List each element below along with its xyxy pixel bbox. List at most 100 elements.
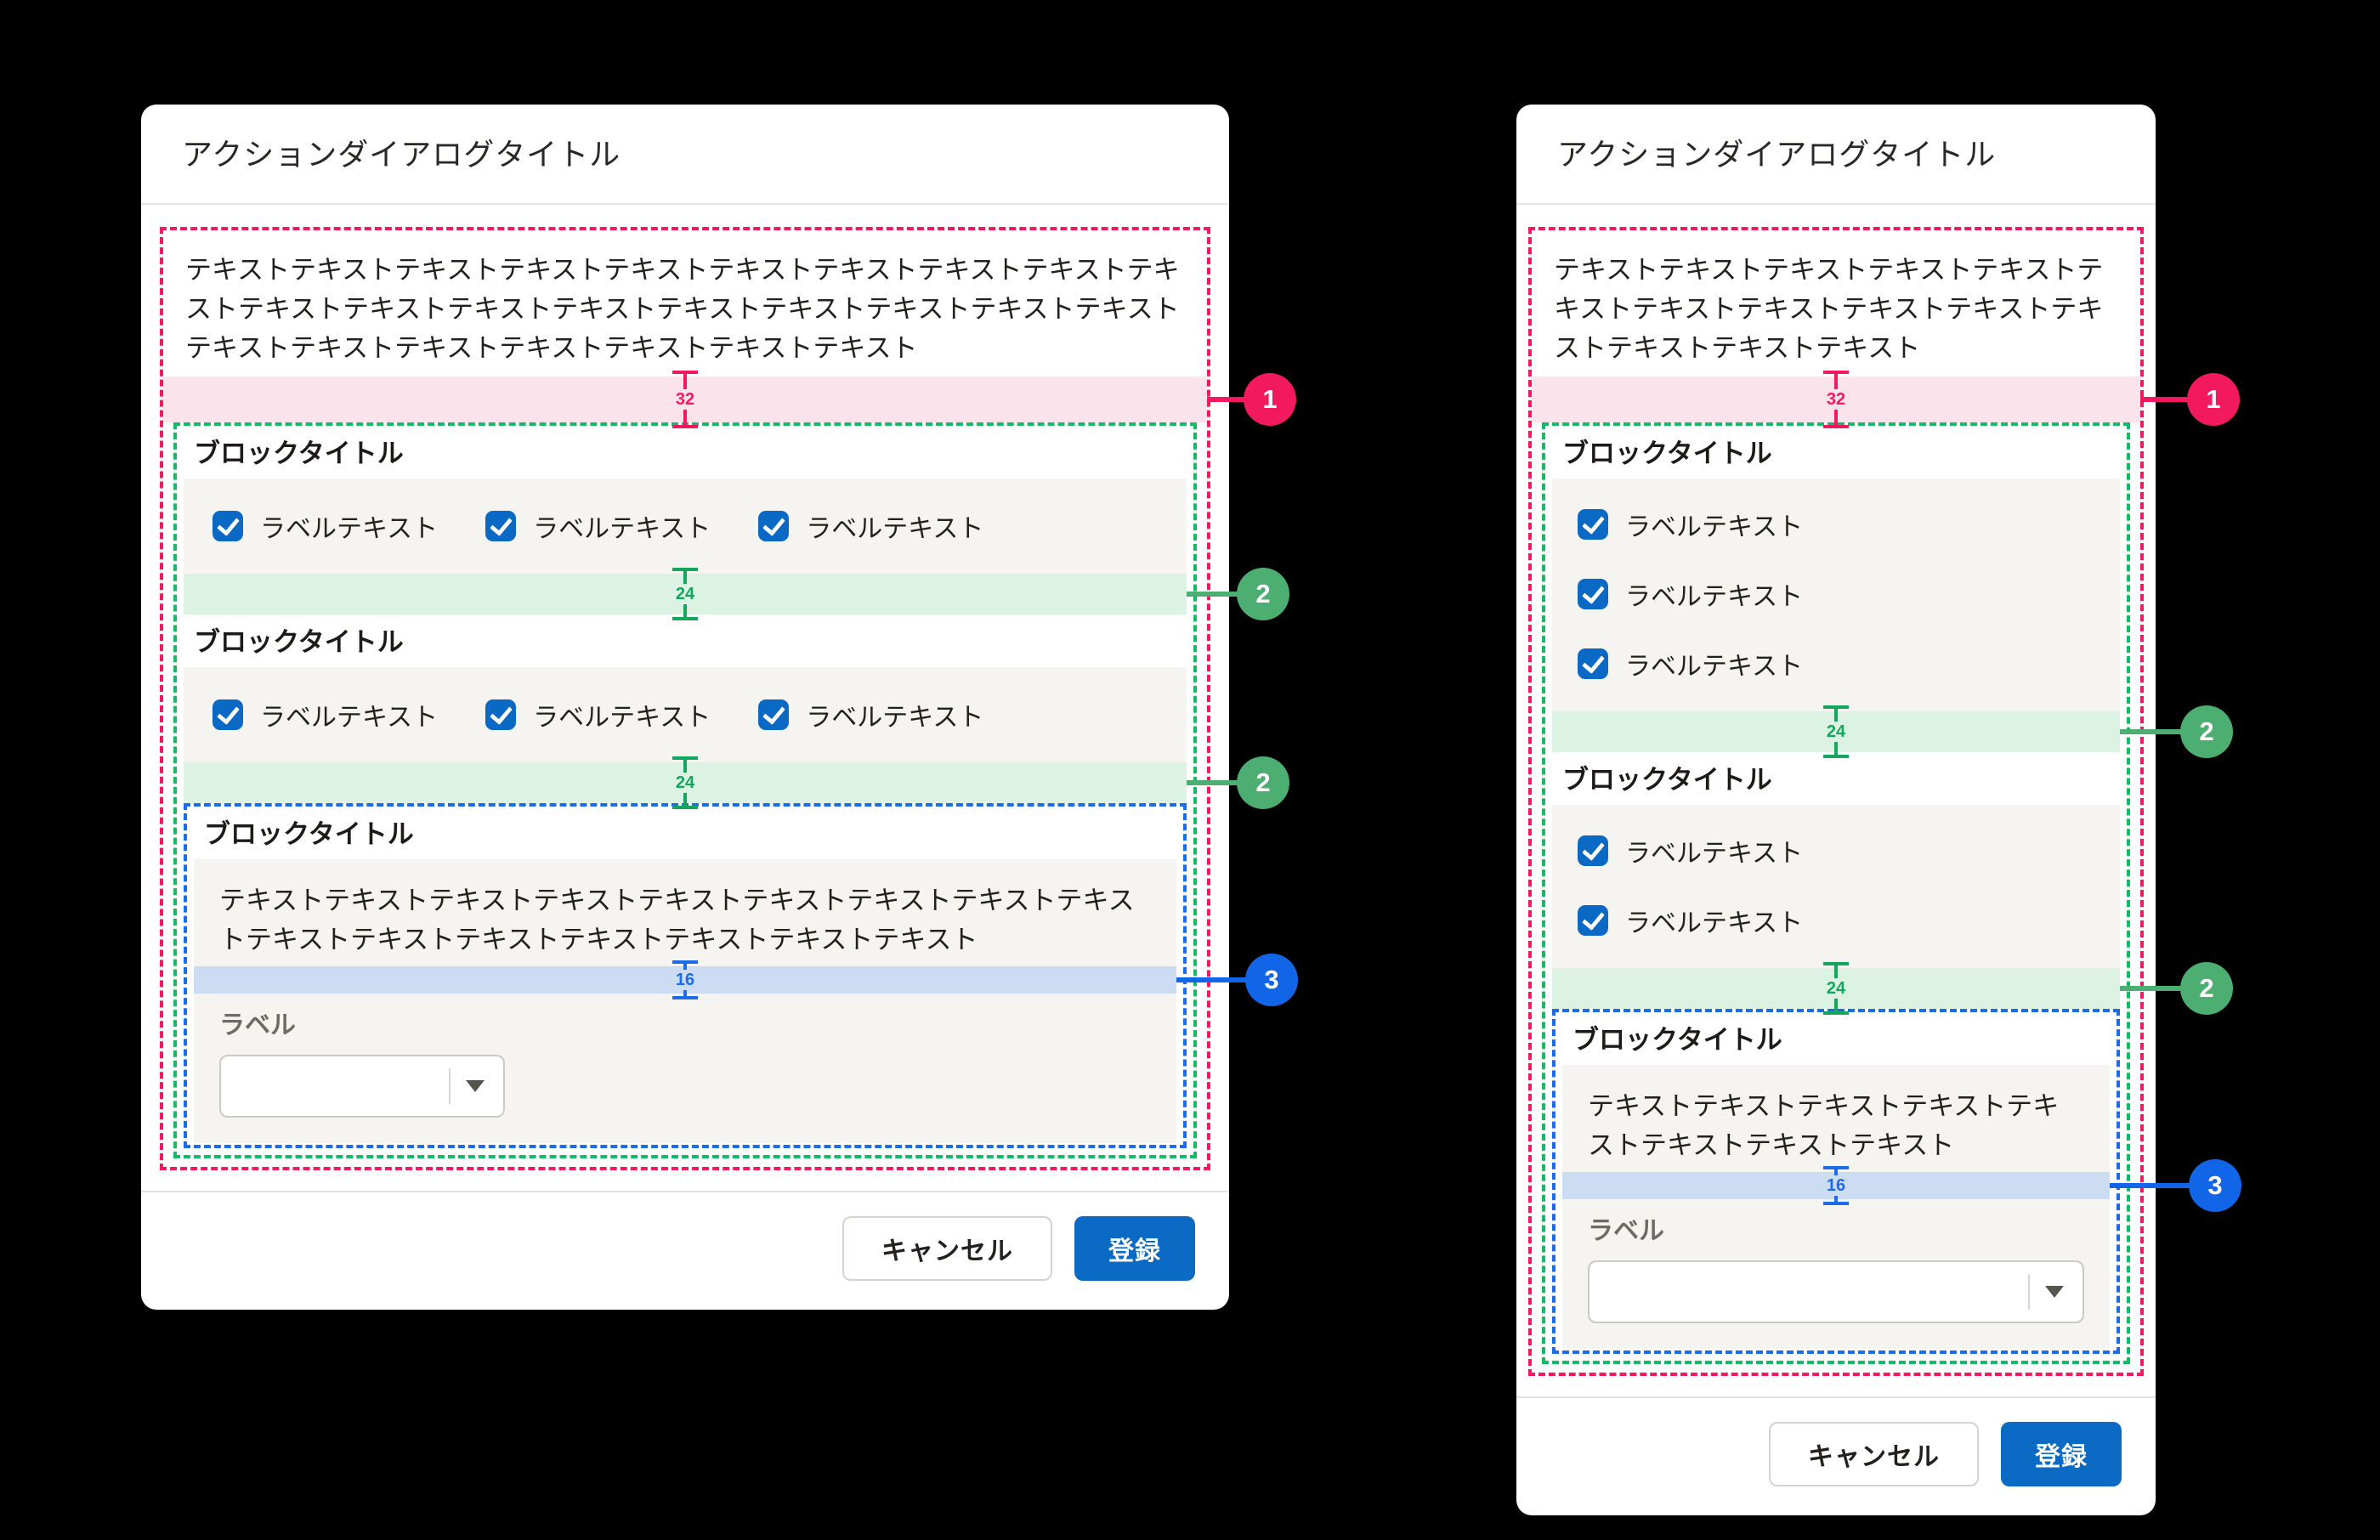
checkbox-item[interactable]: ラベルテキスト bbox=[1578, 832, 2094, 869]
spacing-guide-red: テキストテキストテキストテキストテキストテキストテキストテキストテキストテキスト… bbox=[160, 227, 1210, 1170]
dialog-header: アクションダイアログタイトル bbox=[141, 105, 1229, 203]
checkbox-label: ラベルテキスト bbox=[806, 696, 983, 733]
field-label: ラベル bbox=[219, 1004, 1151, 1041]
checkbox-checked-icon[interactable] bbox=[1578, 835, 1608, 866]
dialog-title: アクションダイアログタイトル bbox=[182, 135, 1188, 174]
spacing-value: 32 bbox=[1826, 389, 1846, 410]
checkbox-checked-icon[interactable] bbox=[212, 511, 243, 541]
cancel-button[interactable]: キャンセル bbox=[1769, 1422, 1979, 1486]
checkbox-label: ラベルテキスト bbox=[260, 696, 438, 733]
spacing-ibeam: 32 bbox=[672, 371, 698, 428]
checkbox-checked-icon[interactable] bbox=[1578, 648, 1608, 679]
spacing-ibeam: 24 bbox=[672, 568, 698, 620]
submit-button[interactable]: 登録 bbox=[2001, 1422, 2122, 1486]
checkbox-item[interactable]: ラベルテキスト bbox=[485, 696, 711, 733]
checkbox-item[interactable]: ラベルテキスト bbox=[1578, 506, 2094, 543]
submit-button[interactable]: 登録 bbox=[1074, 1216, 1195, 1281]
checkbox-checked-icon[interactable] bbox=[1578, 579, 1608, 609]
intro-text: テキストテキストテキストテキストテキストテキストテキストテキストテキストテキスト… bbox=[1542, 249, 2130, 377]
spacing-ibeam: 16 bbox=[1823, 1166, 1849, 1205]
checkbox-checked-icon[interactable] bbox=[758, 699, 789, 730]
block-title: ブロックタイトル bbox=[177, 426, 1193, 478]
dialog-desktop: アクションダイアログタイトル テキストテキストテキストテキストテキストテキストテ… bbox=[141, 105, 1229, 1310]
checkbox-label: ラベルテキスト bbox=[1625, 902, 1803, 939]
field-panel: テキストテキストテキストテキストテキストテキストテキストテキスト 16 3 ラベ… bbox=[1562, 1065, 2110, 1349]
annotation-badge-1: 1 bbox=[2187, 373, 2240, 426]
spacing-value: 24 bbox=[675, 584, 695, 604]
spacing-ibeam: 24 bbox=[672, 756, 698, 809]
checkbox-item[interactable]: ラベルテキスト bbox=[1578, 902, 2094, 939]
checkbox-checked-icon[interactable] bbox=[758, 511, 789, 541]
spacing-bar-32: 32 1 bbox=[163, 377, 1207, 422]
checkbox-item[interactable]: ラベルテキスト bbox=[758, 696, 983, 733]
spacing-value: 24 bbox=[675, 773, 695, 793]
dropdown-select[interactable] bbox=[219, 1055, 505, 1118]
checkbox-checked-icon[interactable] bbox=[485, 511, 516, 541]
block-title: ブロックタイトル bbox=[1545, 752, 2127, 805]
chevron-down-icon bbox=[466, 1080, 484, 1092]
block-title: ブロックタイトル bbox=[187, 807, 1183, 859]
dropdown-select[interactable] bbox=[1588, 1260, 2084, 1323]
select-divider bbox=[449, 1068, 450, 1104]
spacing-bar-24: 24 2 bbox=[1552, 711, 2120, 752]
checkbox-panel: ラベルテキスト ラベルテキスト ラベルテキスト bbox=[1552, 478, 2120, 711]
dialog-footer: キャンセル 登録 bbox=[141, 1191, 1229, 1310]
checkbox-checked-icon[interactable] bbox=[1578, 905, 1608, 936]
spacing-guide-green: ブロックタイトル ラベルテキスト ラベルテキスト ラベルテキスト bbox=[173, 422, 1197, 1158]
spacing-guide-green: ブロックタイトル ラベルテキスト ラベルテキスト ラベルテキスト bbox=[1542, 422, 2130, 1364]
dialog-footer: キャンセル 登録 bbox=[1516, 1396, 2156, 1515]
checkbox-checked-icon[interactable] bbox=[485, 699, 516, 730]
checkbox-label: ラベルテキスト bbox=[1625, 575, 1803, 613]
spacing-value: 16 bbox=[1826, 1175, 1846, 1196]
spacing-guide-red: テキストテキストテキストテキストテキストテキストテキストテキストテキストテキスト… bbox=[1528, 227, 2144, 1376]
checkbox-item[interactable]: ラベルテキスト bbox=[1578, 575, 2094, 613]
spacing-value: 24 bbox=[1826, 722, 1846, 742]
checkbox-item[interactable]: ラベルテキスト bbox=[212, 507, 438, 545]
annotation-badge-2: 2 bbox=[1237, 568, 1289, 620]
spacing-value: 16 bbox=[675, 970, 695, 990]
intro-text: テキストテキストテキストテキストテキストテキストテキストテキストテキストテキスト… bbox=[173, 249, 1197, 377]
spacing-ibeam: 32 bbox=[1823, 371, 1849, 428]
checkbox-item[interactable]: ラベルテキスト bbox=[1578, 645, 2094, 682]
checkbox-label: ラベルテキスト bbox=[806, 507, 983, 545]
checkbox-label: ラベルテキスト bbox=[533, 507, 711, 545]
checkbox-item[interactable]: ラベルテキスト bbox=[758, 507, 983, 545]
spacing-value: 32 bbox=[675, 389, 695, 410]
spacing-bar-24: 24 2 bbox=[184, 762, 1187, 803]
block-text: テキストテキストテキストテキストテキストテキストテキストテキストテキストテキスト… bbox=[219, 881, 1151, 960]
checkbox-label: ラベルテキスト bbox=[260, 507, 438, 545]
checkbox-checked-icon[interactable] bbox=[1578, 509, 1608, 540]
annotation-badge-3: 3 bbox=[2189, 1159, 2241, 1212]
dialog-mobile: アクションダイアログタイトル テキストテキストテキストテキストテキストテキストテ… bbox=[1516, 105, 2156, 1515]
annotation-badge-3: 3 bbox=[1245, 954, 1298, 1006]
spacing-value: 24 bbox=[1826, 978, 1846, 999]
spacing-bar-16: 16 3 bbox=[1562, 1172, 2110, 1199]
spacing-guide-blue: ブロックタイトル テキストテキストテキストテキストテキストテキストテキストテキス… bbox=[1552, 1009, 2120, 1354]
dialog-header: アクションダイアログタイトル bbox=[1516, 105, 2156, 203]
select-divider bbox=[2028, 1274, 2030, 1310]
checkbox-item[interactable]: ラベルテキスト bbox=[485, 507, 711, 545]
block-title: ブロックタイトル bbox=[1545, 426, 2127, 478]
checkbox-label: ラベルテキスト bbox=[1625, 506, 1803, 543]
dialog-body: テキストテキストテキストテキストテキストテキストテキストテキストテキストテキスト… bbox=[141, 205, 1229, 1191]
spacing-guide-blue: ブロックタイトル テキストテキストテキストテキストテキストテキストテキストテキス… bbox=[184, 803, 1187, 1148]
checkbox-panel: ラベルテキスト ラベルテキスト bbox=[1552, 805, 2120, 968]
spacing-ibeam: 16 bbox=[672, 960, 698, 999]
spacing-bar-32: 32 1 bbox=[1532, 377, 2140, 422]
chevron-down-icon bbox=[2045, 1286, 2064, 1298]
annotation-badge-2: 2 bbox=[2180, 705, 2233, 758]
spacing-bar-24: 24 2 bbox=[1552, 968, 2120, 1009]
annotation-badge-2: 2 bbox=[2180, 962, 2233, 1015]
checkbox-item[interactable]: ラベルテキスト bbox=[212, 696, 438, 733]
field-label: ラベル bbox=[1588, 1209, 2084, 1247]
spacing-bar-24: 24 2 bbox=[184, 574, 1187, 614]
spacing-bar-16: 16 3 bbox=[194, 966, 1176, 994]
spacing-ibeam: 24 bbox=[1823, 705, 1849, 758]
checkbox-label: ラベルテキスト bbox=[1625, 645, 1803, 682]
field-panel: テキストテキストテキストテキストテキストテキストテキストテキストテキストテキスト… bbox=[194, 859, 1176, 1143]
checkbox-checked-icon[interactable] bbox=[212, 699, 243, 730]
block-title: ブロックタイトル bbox=[177, 614, 1193, 667]
block-title: ブロックタイトル bbox=[1556, 1012, 2116, 1065]
dialog-title: アクションダイアログタイトル bbox=[1557, 135, 2115, 174]
cancel-button[interactable]: キャンセル bbox=[842, 1216, 1052, 1281]
